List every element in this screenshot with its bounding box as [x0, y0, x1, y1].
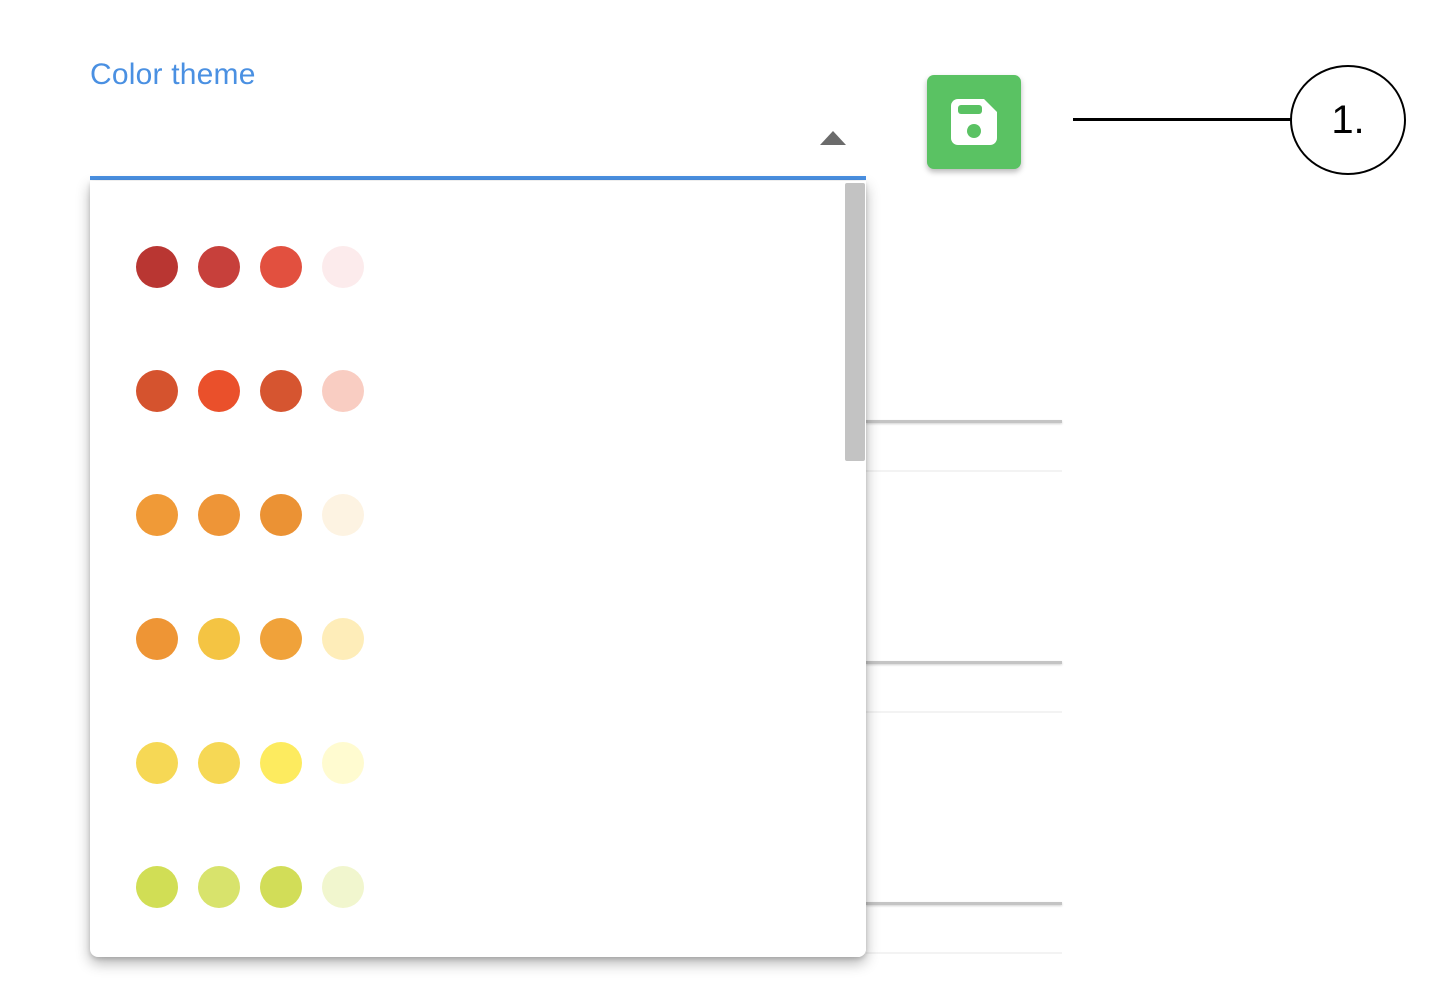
color-swatch	[136, 742, 178, 784]
color-theme-dropdown-list	[90, 181, 866, 957]
color-swatch	[260, 866, 302, 908]
color-theme-screen: Color theme 1.	[0, 0, 1444, 1004]
color-swatch	[322, 742, 364, 784]
color-swatch	[198, 494, 240, 536]
scrollbar-thumb[interactable]	[845, 183, 865, 461]
background-divider	[866, 952, 1062, 954]
background-divider	[866, 661, 1062, 664]
color-theme-option[interactable]	[136, 370, 436, 414]
triangle-up-icon[interactable]	[820, 131, 846, 145]
color-swatch	[260, 742, 302, 784]
background-divider	[866, 902, 1062, 905]
callout-line	[1073, 118, 1292, 121]
color-swatch	[136, 866, 178, 908]
color-swatch	[136, 494, 178, 536]
color-swatch	[322, 866, 364, 908]
background-divider	[866, 470, 1062, 472]
color-swatch	[136, 246, 178, 288]
color-swatch	[322, 246, 364, 288]
color-swatch	[260, 370, 302, 412]
color-swatch	[260, 494, 302, 536]
color-swatch	[260, 246, 302, 288]
color-swatch	[136, 618, 178, 660]
color-theme-option[interactable]	[136, 246, 436, 290]
color-theme-option[interactable]	[136, 618, 436, 662]
color-swatch	[322, 618, 364, 660]
color-theme-underline	[90, 176, 866, 180]
save-button[interactable]	[927, 75, 1021, 169]
color-swatch	[260, 618, 302, 660]
color-swatch	[322, 494, 364, 536]
color-swatch	[198, 742, 240, 784]
scrollbar-track[interactable]	[844, 181, 866, 957]
color-swatch	[198, 618, 240, 660]
color-swatch	[198, 246, 240, 288]
color-theme-option[interactable]	[136, 742, 436, 786]
color-swatch	[136, 370, 178, 412]
callout-marker: 1.	[1290, 65, 1406, 175]
callout-number: 1.	[1331, 97, 1365, 142]
color-theme-option[interactable]	[136, 494, 436, 538]
color-swatch	[322, 370, 364, 412]
background-divider	[866, 420, 1062, 423]
color-swatch	[198, 370, 240, 412]
background-divider	[866, 711, 1062, 713]
color-theme-label: Color theme	[90, 58, 256, 91]
color-theme-option[interactable]	[136, 866, 436, 910]
color-swatch	[198, 866, 240, 908]
floppy-disk-icon	[951, 99, 997, 145]
